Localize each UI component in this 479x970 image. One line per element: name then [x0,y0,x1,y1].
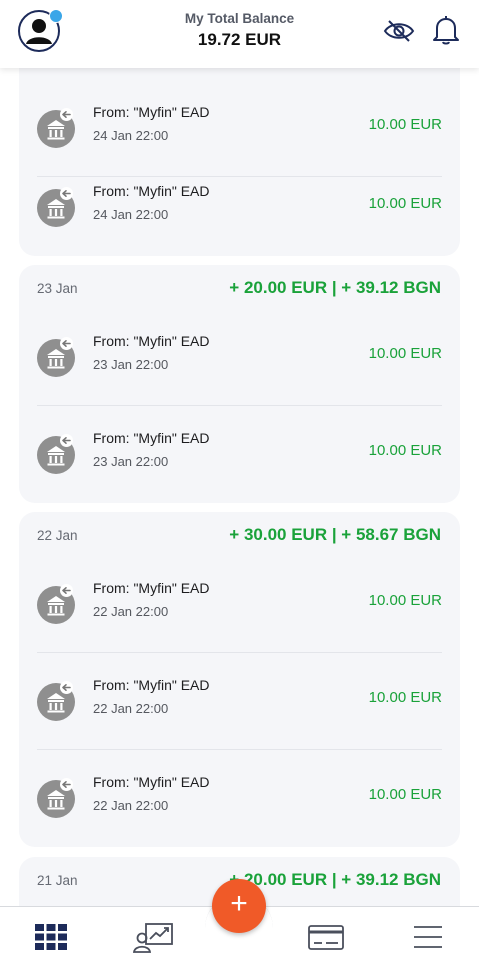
transaction-time: 22 Jan 22:00 [93,604,169,619]
transaction-row[interactable]: From: "Myfin" EAD 22 Jan 22:00 10.00 EUR [19,556,460,653]
transaction-sender: From: "Myfin" EAD [93,580,210,596]
transactions-feed[interactable]: From: "Myfin" EAD 24 Jan 22:00 10.00 EUR… [0,0,479,906]
day-group-card: From: "Myfin" EAD 24 Jan 22:00 10.00 EUR… [19,40,460,256]
transaction-amount: 10.00 EUR [368,786,442,803]
transaction-time: 22 Jan 22:00 [93,701,169,716]
transaction-row[interactable]: From: "Myfin" EAD 22 Jan 22:00 10.00 EUR [19,653,460,750]
transaction-amount: 10.00 EUR [368,592,442,609]
transaction-amount: 10.00 EUR [368,689,442,706]
group-date: 23 Jan [37,281,78,296]
transaction-row[interactable]: From: "Myfin" EAD 23 Jan 22:00 10.00 EUR [19,309,460,406]
transaction-time: 22 Jan 22:00 [93,798,169,813]
incoming-arrow-icon [60,434,73,447]
transaction-time: 23 Jan 22:00 [93,357,169,372]
group-total: + 30.00 EUR | + 58.67 BGN [229,525,441,544]
transaction-sender: From: "Myfin" EAD [93,333,210,349]
transaction-amount: 10.00 EUR [368,195,442,212]
incoming-arrow-icon [60,681,73,694]
incoming-arrow-icon [60,187,73,200]
card-icon [308,925,344,950]
transaction-time: 23 Jan 22:00 [93,454,169,469]
transaction-amount: 10.00 EUR [368,116,442,133]
incoming-arrow-icon [60,778,73,791]
nav-cards[interactable] [306,921,346,957]
transaction-amount: 10.00 EUR [368,442,442,459]
group-total: + 20.00 EUR | + 39.12 BGN [229,278,441,297]
transaction-sender: From: "Myfin" EAD [93,430,210,446]
group-date: 21 Jan [37,873,78,888]
investments-icon [132,923,173,953]
transaction-sender: From: "Myfin" EAD [93,104,210,120]
transaction-sender: From: "Myfin" EAD [93,677,210,693]
transaction-row[interactable]: From: "Myfin" EAD 22 Jan 22:00 10.00 EUR [19,750,460,847]
day-group-card: 23 Jan + 20.00 EUR | + 39.12 BGN From: "… [19,265,460,503]
transaction-row[interactable]: From: "Myfin" EAD 24 Jan 22:00 10.00 EUR [19,159,460,256]
hide-balance-eye-icon[interactable] [383,18,415,44]
nav-dashboard[interactable] [33,921,69,957]
menu-icon [414,926,442,948]
transaction-sender: From: "Myfin" EAD [93,183,210,199]
incoming-arrow-icon [60,584,73,597]
notifications-bell-icon[interactable] [431,14,461,46]
incoming-arrow-icon [60,108,73,121]
transaction-row[interactable]: From: "Myfin" EAD 23 Jan 22:00 10.00 EUR [19,406,460,503]
bottom-navigation: + [0,879,479,970]
incoming-arrow-icon [60,337,73,350]
transaction-amount: 10.00 EUR [368,345,442,362]
day-group-card: 22 Jan + 30.00 EUR | + 58.67 BGN From: "… [19,512,460,847]
top-bar: My Total Balance 19.72 EUR [0,0,479,68]
nav-menu[interactable] [412,921,444,957]
group-total: + 20.00 EUR | + 39.12 BGN [229,870,441,889]
add-button[interactable]: + [212,879,266,933]
transaction-time: 24 Jan 22:00 [93,207,169,222]
group-date: 22 Jan [37,528,78,543]
grid-icon [35,924,67,950]
transaction-time: 24 Jan 22:00 [93,128,169,143]
nav-investments[interactable] [132,921,176,957]
transaction-sender: From: "Myfin" EAD [93,774,210,790]
